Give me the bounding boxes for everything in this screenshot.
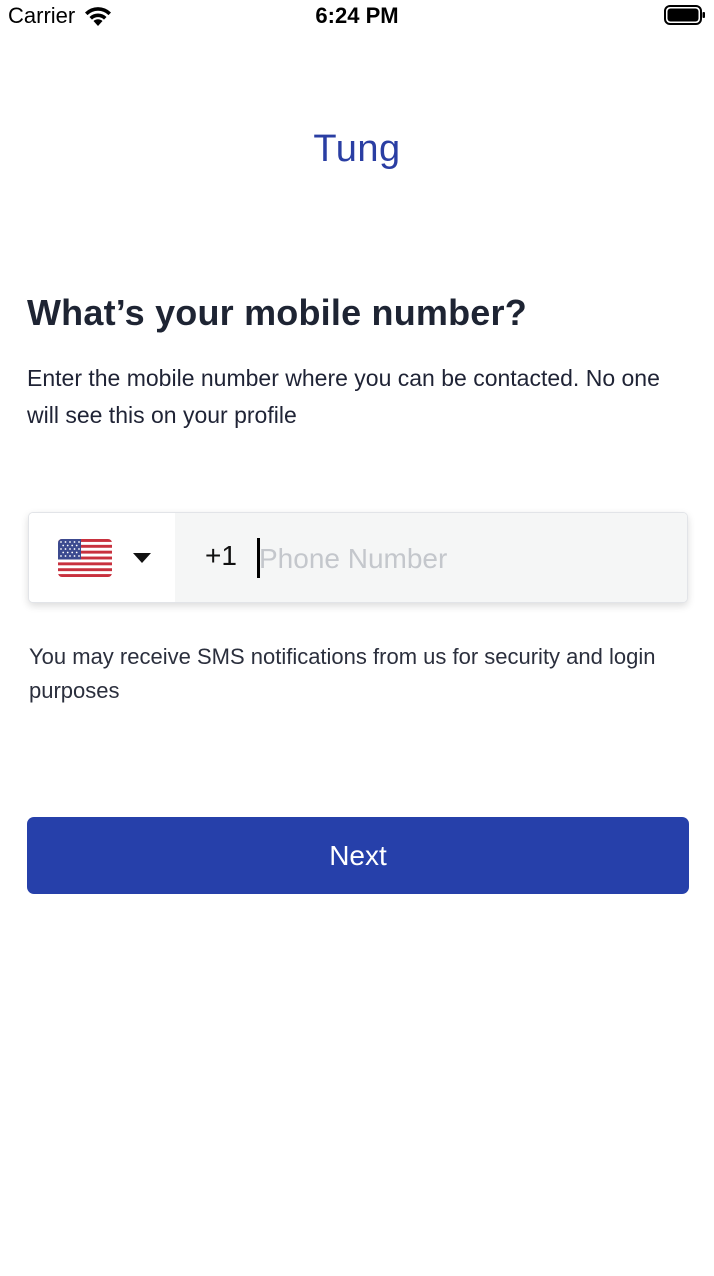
clock: 6:24 PM — [315, 3, 399, 28]
phone-number-input[interactable] — [259, 535, 679, 583]
country-picker[interactable] — [29, 513, 175, 602]
phone-number-area: +1 — [175, 513, 687, 602]
next-button[interactable]: Next — [27, 817, 689, 894]
sms-notice: You may receive SMS notifications from u… — [29, 644, 656, 703]
page-subtitle: Enter the mobile number where you can be… — [27, 365, 660, 428]
chevron-down-icon — [133, 553, 151, 563]
page-heading: What’s your mobile number? — [27, 292, 527, 333]
status-bar: Carrier 6:24 PM — [0, 0, 714, 34]
phone-field-group: +1 — [28, 512, 688, 603]
app-title: Tung — [313, 128, 401, 170]
battery-icon — [664, 5, 705, 25]
us-flag-icon — [58, 539, 112, 577]
dial-code: +1 — [205, 540, 237, 571]
